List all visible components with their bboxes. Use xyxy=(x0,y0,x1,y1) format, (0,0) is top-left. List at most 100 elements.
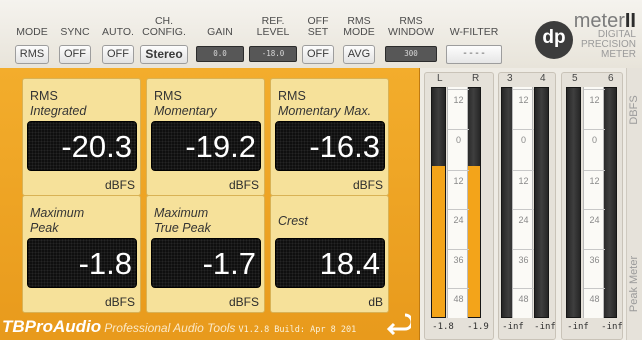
scale-gridline xyxy=(448,129,469,130)
card-title-line2: Peak xyxy=(30,221,59,235)
auto-button[interactable]: OFF xyxy=(102,45,134,64)
scale-tick-label: 12 xyxy=(589,95,600,105)
channel-label-3: 3 xyxy=(507,73,513,84)
ch-config-button[interactable]: Stereo xyxy=(140,45,188,64)
card-unit: dBFS xyxy=(352,178,383,192)
ch-config-label: CH. CONFIG. xyxy=(142,15,186,38)
rms-window-label: RMS WINDOW xyxy=(387,15,435,38)
card-unit: dBFS xyxy=(104,178,135,192)
sync-label: SYNC xyxy=(60,25,90,38)
meter-reading-r: -1.9 xyxy=(467,322,489,332)
offset-button[interactable]: OFF xyxy=(302,45,334,64)
mode-control: MODE RMS xyxy=(13,11,51,67)
footer-version: V1.2.8 Build: Apr 8 201 xyxy=(238,325,357,335)
scale-gridline xyxy=(513,209,534,210)
scale-tick-label: 12 xyxy=(453,95,464,105)
ref-level-value[interactable]: -18.0 xyxy=(249,46,297,62)
scale-gridline xyxy=(513,288,534,289)
scale-gridline xyxy=(584,129,605,130)
side-strip: DBFS Peak Meter xyxy=(626,68,642,340)
card-value[interactable]: -19.2 xyxy=(151,121,261,171)
card-title-line2: Momentary Max. xyxy=(278,104,372,118)
scale-tick-label: 36 xyxy=(589,255,600,265)
card-crest: Crest 18.4 dB xyxy=(270,195,389,313)
card-value[interactable]: -1.8 xyxy=(27,238,137,288)
card-value[interactable]: -16.3 xyxy=(275,121,385,171)
sync-button[interactable]: OFF xyxy=(59,45,91,64)
card-maximum-peak: Maximum Peak -1.8 dBFS xyxy=(22,195,141,313)
ch-config-control: CH. CONFIG. Stereo xyxy=(139,11,189,67)
card-maximum-true-peak: Maximum True Peak -1.7 dBFS xyxy=(146,195,265,313)
meter-scale: 12 0 12 24 36 48 xyxy=(512,87,534,318)
product-subtitle: DIGITAL PRECISION METER xyxy=(580,29,636,60)
scale-gridline xyxy=(448,89,469,90)
scale-tick-label: 12 xyxy=(518,176,529,186)
meter-scale: 12 0 12 24 36 48 xyxy=(447,87,469,318)
card-title: Maximum Peak xyxy=(30,206,84,236)
card-unit: dBFS xyxy=(228,295,259,309)
meter-bar-4 xyxy=(534,87,549,318)
scale-gridline xyxy=(584,170,605,171)
auto-control: AUTO. OFF xyxy=(99,11,137,67)
mode-label: MODE xyxy=(16,25,48,38)
offset-label: OFF SET xyxy=(307,15,329,38)
mode-button[interactable]: RMS xyxy=(14,45,50,64)
scale-gridline xyxy=(448,288,469,289)
ref-level-label: REF. LEVEL xyxy=(256,15,290,38)
meter-bar-l xyxy=(431,87,446,318)
rms-mode-control: RMS MODE AVG xyxy=(339,11,379,67)
card-rms-integrated: RMS Integrated -20.3 dBFS xyxy=(22,78,141,196)
card-rms-momentary: RMS Momentary -19.2 dBFS xyxy=(146,78,265,196)
sync-control: SYNC OFF xyxy=(55,11,95,67)
scale-gridline xyxy=(513,170,534,171)
scale-gridline xyxy=(513,249,534,250)
w-filter-select[interactable]: ---- xyxy=(446,45,502,64)
card-unit: dBFS xyxy=(228,178,259,192)
gain-value[interactable]: 0.0 xyxy=(196,46,244,62)
ref-level-control: REF. LEVEL -18.0 xyxy=(249,11,297,67)
peak-meter-label: Peak Meter xyxy=(628,255,640,313)
readout-panel: RMS Integrated -20.3 dBFS RMS Momentary -1… xyxy=(0,68,420,340)
gain-label: GAIN xyxy=(207,25,233,38)
card-title-line2: Crest xyxy=(278,214,308,228)
scale-gridline xyxy=(513,129,534,130)
card-title-line1: RMS xyxy=(30,89,58,103)
card-value[interactable]: -1.7 xyxy=(151,238,261,288)
card-title-line2: Momentary xyxy=(154,104,217,118)
w-filter-control: W-FILTER ---- xyxy=(446,11,502,67)
rms-mode-button[interactable]: AVG xyxy=(342,45,376,64)
scale-tick-label: 36 xyxy=(518,255,529,265)
scale-tick-label: 0 xyxy=(591,135,597,145)
card-title-line1: RMS xyxy=(154,89,182,103)
brand-block: meterII DIGITAL PRECISION METER xyxy=(574,11,636,60)
card-value[interactable]: 18.4 xyxy=(275,238,385,288)
offset-control: OFF SET OFF xyxy=(302,11,334,67)
scale-tick-label: 48 xyxy=(453,294,464,304)
scale-gridline xyxy=(448,249,469,250)
meter-scale: 12 0 12 24 36 48 xyxy=(583,87,605,318)
scale-gridline xyxy=(448,209,469,210)
meter-bar-6 xyxy=(602,87,617,318)
card-value[interactable]: -20.3 xyxy=(27,121,137,171)
meter-bar-5 xyxy=(566,87,581,318)
scale-gridline xyxy=(448,170,469,171)
card-title-line1: RMS xyxy=(278,89,306,103)
rms-window-value[interactable]: 300 xyxy=(385,46,437,62)
card-title: RMS Momentary xyxy=(154,89,217,119)
channel-label-4: 4 xyxy=(540,73,546,84)
channel-label-6: 6 xyxy=(608,73,614,84)
channel-label-r: R xyxy=(472,73,480,84)
meter-reading-3: -inf xyxy=(502,322,524,332)
footer-brand[interactable]: TBProAudio xyxy=(2,317,101,336)
scale-gridline xyxy=(513,89,534,90)
footer-tagline: Professional Audio Tools xyxy=(104,321,236,335)
reset-arrow-icon[interactable] xyxy=(385,309,411,335)
scale-tick-label: 12 xyxy=(518,95,529,105)
scale-tick-label: 12 xyxy=(589,176,600,186)
w-filter-label: W-FILTER xyxy=(449,25,499,38)
card-title-line1: Maximum xyxy=(154,206,209,220)
scale-tick-label: 48 xyxy=(518,294,529,304)
scale-tick-label: 24 xyxy=(589,215,600,225)
card-unit: dB xyxy=(368,295,383,309)
card-rms-momentary-max: RMS Momentary Max. -16.3 dBFS xyxy=(270,78,389,196)
